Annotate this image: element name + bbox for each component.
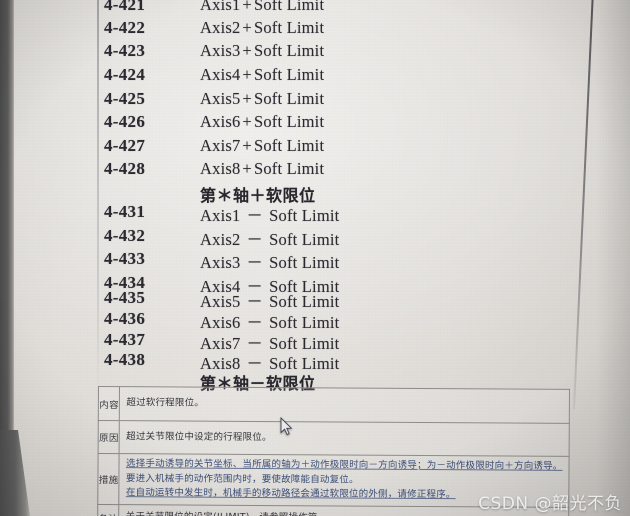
alarm-code: 4-425 [104, 89, 146, 108]
alarm-code: 4-435 [104, 288, 146, 307]
row-label-content: 内容 [98, 386, 120, 421]
alarm-description: Axis2 + Soft Limit [200, 18, 325, 37]
alarm-code: 4-426 [104, 112, 146, 131]
alarm-code: 4-433 [104, 249, 146, 268]
alarm-code: 4-436 [104, 309, 146, 328]
row-value-content: 超过软行程限位。 [119, 386, 570, 424]
alarm-description: Axis6 + Soft Limit [200, 112, 325, 131]
alarm-code: 4-422 [104, 18, 146, 37]
row-value-cause: 超过关节限位中设定的行程限位。 [119, 420, 570, 457]
alarm-code: 4-421 [104, 0, 146, 14]
alarm-description: Axis8 + Soft Limit [200, 159, 325, 178]
alarm-code: 4-431 [104, 202, 146, 221]
alarm-code: 4-424 [104, 65, 146, 84]
table-row: 原因 超过关节限位中设定的行程限位。 [98, 420, 570, 457]
row-label-remark: 备注 [97, 504, 120, 516]
alarm-code: 4-428 [104, 159, 146, 178]
alarm-code: 4-437 [104, 330, 146, 349]
right-edge-shadow [596, 0, 630, 516]
alarm-description: Axis7 + Soft Limit [200, 136, 325, 155]
alarm-description: Axis2 － Soft Limit [200, 230, 340, 249]
row-label-cause: 原因 [98, 420, 120, 454]
csdn-watermark: CSDN @韶光不负 [478, 494, 622, 514]
alarm-code: 4-423 [104, 41, 146, 60]
alarm-description: Axis3 － Soft Limit [200, 253, 340, 272]
page-photo: 4-421 Axis1 + Soft Limit 4-422 Axis2 + Soft … [0, 0, 630, 516]
table-row: 内容 超过软行程限位。 [98, 386, 570, 424]
text-block-left-rule [97, 0, 99, 400]
alarm-description: Axis3 + Soft Limit [200, 41, 325, 60]
alarm-code: 4-432 [104, 226, 146, 245]
alarm-description: Axis5 + Soft Limit [200, 89, 325, 108]
alarm-code: 4-427 [104, 136, 146, 155]
row-label-measure: 措施 [97, 453, 120, 505]
alarm-description: Axis1 － Soft Limit [200, 206, 340, 225]
alarm-description: Axis1 + Soft Limit [200, 0, 325, 14]
mouse-cursor-icon [280, 417, 293, 436]
alarm-code: 4-438 [104, 350, 146, 369]
alarm-description: Axis4 + Soft Limit [200, 65, 325, 84]
